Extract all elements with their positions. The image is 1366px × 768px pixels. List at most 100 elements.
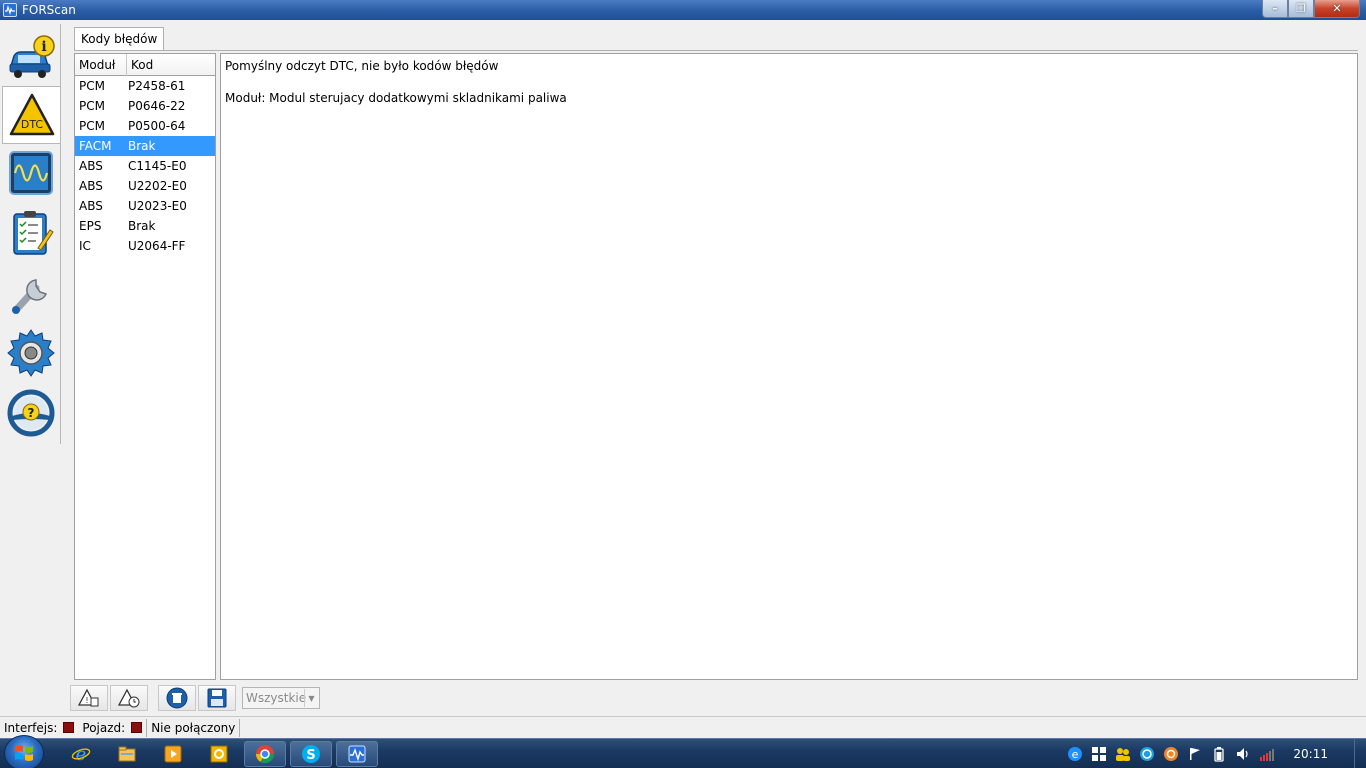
save-button[interactable]	[198, 685, 236, 711]
tray-ie[interactable]: e	[1063, 739, 1087, 768]
detail-status-text: Pomyślny odczyt DTC, nie było kodów błęd…	[225, 59, 499, 73]
bottom-toolbar: ! Wszystkie ▼	[70, 684, 320, 712]
column-header-module[interactable]: Moduł	[75, 54, 127, 76]
nav-help[interactable]: ?	[2, 384, 60, 442]
forscan-icon	[348, 745, 366, 763]
file-explorer-icon	[118, 746, 136, 762]
cell-module: PCM	[79, 79, 105, 93]
ie-tray-icon: e	[1068, 747, 1083, 761]
chevron-down-icon[interactable]: ▼	[304, 689, 318, 707]
internet-explorer-icon: e	[71, 744, 91, 764]
tray-action-center[interactable]	[1183, 739, 1207, 768]
gear-icon	[7, 329, 55, 377]
oscilloscope-icon	[9, 151, 53, 195]
users-tray-icon	[1116, 748, 1131, 761]
minimize-button[interactable]: –	[1262, 0, 1288, 18]
taskbar-internet-explorer[interactable]: e	[60, 741, 102, 767]
flag-icon	[1190, 748, 1201, 760]
svg-text:!: !	[85, 696, 88, 705]
system-tray: e 20:11	[1063, 739, 1366, 768]
clear-dtc-button[interactable]	[158, 685, 196, 711]
title-bar[interactable]: FORScan – ❐ ✕	[0, 0, 1366, 20]
cell-code: U2023-E0	[128, 199, 187, 213]
cell-module: FACM	[79, 139, 112, 153]
antivirus-tray-icon	[1164, 747, 1179, 761]
nav-oscilloscope[interactable]	[2, 144, 60, 202]
cell-module: EPS	[79, 219, 102, 233]
table-row[interactable]: FACM Brak	[75, 136, 215, 156]
vehicle-info-icon: i	[9, 35, 55, 78]
tray-volume[interactable]	[1231, 739, 1255, 768]
dtc-list[interactable]: Moduł Kod PCM P2458-61 PCM P0646-22 PCM P0500…	[74, 53, 216, 680]
taskbar-outlook[interactable]	[198, 741, 240, 767]
cell-module: PCM	[79, 99, 105, 113]
svg-text:e: e	[1072, 748, 1079, 761]
column-header-code[interactable]: Kod	[127, 54, 215, 76]
tab-dtc-codes[interactable]: Kody błędów	[74, 27, 165, 50]
vehicle-status: Pojazd:	[78, 717, 146, 738]
table-row[interactable]: ABS U2202-E0	[75, 176, 215, 196]
table-row[interactable]: PCM P0500-64	[75, 116, 215, 136]
tray-avast[interactable]	[1159, 739, 1183, 768]
read-dtc-button[interactable]: !	[70, 685, 108, 711]
nav-service[interactable]	[2, 204, 60, 262]
nav-configuration[interactable]	[2, 264, 60, 322]
table-row[interactable]: ABS C1145-E0	[75, 156, 215, 176]
dtc-detail-panel: Pomyślny odczyt DTC, nie było kodów błęd…	[220, 53, 1358, 680]
tray-sync[interactable]	[1135, 739, 1159, 768]
cell-module: ABS	[79, 159, 103, 173]
nav-vehicle-info[interactable]: i	[2, 28, 60, 86]
tab-label: Kody błędów	[81, 32, 158, 46]
svg-text:S: S	[306, 748, 315, 763]
cell-code: P0646-22	[128, 99, 186, 113]
read-freeze-frame-button[interactable]	[110, 685, 148, 711]
cell-code: P0500-64	[128, 119, 186, 133]
interface-status: Interfejs:	[0, 717, 78, 738]
svg-text:DTC: DTC	[20, 118, 43, 131]
help-steering-wheel-icon: ?	[7, 389, 55, 437]
tray-windows[interactable]	[1087, 739, 1111, 768]
svg-text:e: e	[76, 744, 87, 764]
tray-network[interactable]	[1255, 739, 1279, 768]
tray-users[interactable]	[1111, 739, 1135, 768]
taskbar-chrome[interactable]	[244, 741, 286, 767]
filter-select[interactable]: Wszystkie ▼	[242, 687, 320, 709]
nav-dtc[interactable]: DTC	[2, 86, 60, 144]
taskbar-skype[interactable]: S	[290, 741, 332, 767]
taskbar-forscan[interactable]	[336, 741, 378, 767]
windows-tray-icon	[1092, 747, 1107, 761]
list-header: Moduł Kod	[75, 54, 215, 76]
svg-text:i: i	[41, 39, 46, 55]
floppy-disk-icon	[207, 688, 227, 708]
show-desktop-button[interactable]	[1354, 739, 1366, 768]
taskbar-clock[interactable]: 20:11	[1293, 747, 1328, 761]
cell-module: ABS	[79, 199, 103, 213]
left-navigation: i DTC ?	[0, 24, 62, 444]
signal-icon	[1260, 749, 1275, 761]
table-row[interactable]: EPS Brak	[75, 216, 215, 236]
maximize-button[interactable]: ❐	[1288, 0, 1314, 18]
nav-settings[interactable]	[2, 324, 60, 382]
interface-label: Interfejs:	[4, 720, 58, 735]
taskbar: e S e 20:11	[0, 735, 1366, 768]
svg-text:?: ?	[28, 406, 35, 420]
filter-select-value: Wszystkie	[246, 691, 307, 705]
list-rows: PCM P2458-61 PCM P0646-22 PCM P0500-64 FACM Bra…	[75, 76, 215, 256]
table-row[interactable]: ABS U2023-E0	[75, 196, 215, 216]
table-row[interactable]: PCM P0646-22	[75, 96, 215, 116]
tray-battery[interactable]	[1207, 739, 1231, 768]
battery-icon	[1214, 747, 1225, 762]
table-row[interactable]: IC U2064-FF	[75, 236, 215, 256]
trash-icon	[166, 687, 188, 709]
taskbar-media-player[interactable]	[152, 741, 194, 767]
checklist-icon	[13, 211, 54, 255]
outlook-icon	[210, 745, 228, 763]
wrench-icon	[12, 279, 48, 314]
start-button[interactable]	[4, 735, 44, 768]
table-row[interactable]: PCM P2458-61	[75, 76, 215, 96]
cell-code: Brak	[128, 219, 156, 233]
cell-module: PCM	[79, 119, 105, 133]
taskbar-file-explorer[interactable]	[106, 741, 148, 767]
vehicle-status-indicator	[131, 722, 143, 733]
close-button[interactable]: ✕	[1314, 0, 1360, 18]
